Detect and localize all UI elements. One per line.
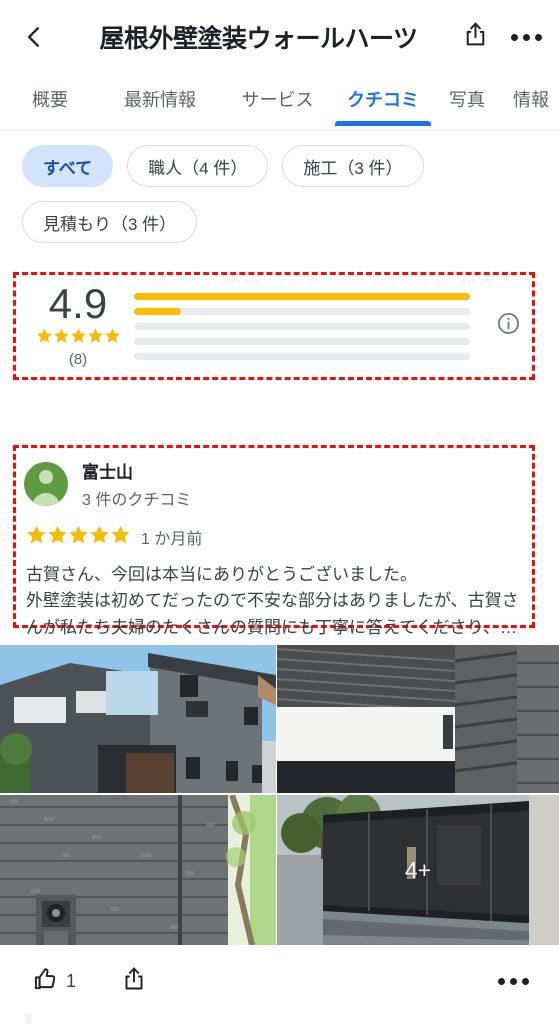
review-rating-row: 1 か月前 [16, 510, 532, 550]
tab-label: サービス [241, 90, 314, 110]
review-star-row [26, 524, 131, 550]
share-icon [463, 21, 488, 53]
star-icon [70, 327, 87, 349]
reviewer-meta: 富士山 3 件のクチコミ [82, 458, 191, 510]
page-title: 屋根外壁塗装ウォールハーツ [99, 25, 418, 53]
review-photo-grid: 4+ [0, 645, 559, 945]
filter-chip-label: すべて [43, 158, 93, 178]
header-actions [451, 13, 559, 61]
star-icon [68, 524, 89, 550]
photo-count-overlay: 4+ [404, 856, 432, 883]
review-share-button[interactable] [116, 953, 152, 1009]
next-review-hint [26, 1014, 32, 1024]
filter-chip-label: 見積もり（3 件） [43, 214, 177, 234]
filter-chip-estimate[interactable]: 見積もり（3 件） [22, 201, 198, 243]
star-icon [53, 327, 70, 349]
review-action-bar: 1 [0, 945, 559, 1017]
histogram-bar-5 [134, 292, 470, 300]
filter-chip-craftsman[interactable]: 職人（4 件） [127, 145, 269, 187]
histogram-bar-2 [134, 337, 470, 345]
filter-chip-label: 職人（4 件） [148, 158, 248, 178]
tab-info[interactable]: 情報 [503, 74, 559, 112]
filter-chip-row: すべて 職人（4 件） 施工（3 件） 見積もり（3 件） [0, 145, 559, 243]
thumb-up-icon [32, 966, 58, 997]
rating-review-count: (8) [68, 351, 88, 369]
filter-chip-construction[interactable]: 施工（3 件） [282, 145, 424, 187]
wall-texture-photo[interactable] [0, 795, 276, 945]
star-icon [104, 327, 121, 349]
app-header: 屋根外壁塗装ウォールハーツ [0, 0, 559, 74]
rating-summary: 4.9 (8) [13, 272, 535, 380]
rating-info-button[interactable] [484, 311, 532, 341]
like-button[interactable]: 1 [26, 953, 82, 1009]
review-text-line: 古賀さん、今回は本当にありがとうございました。 [26, 565, 417, 584]
user-avatar-icon [39, 470, 53, 484]
avatar[interactable] [24, 462, 68, 506]
share-icon [122, 966, 146, 997]
tab-label: 概要 [32, 90, 68, 110]
star-icon [87, 327, 104, 349]
more-options-icon [498, 977, 529, 985]
info-circle-icon [496, 311, 521, 341]
tab-bar: 概要 最新情報 サービス クチコミ 写真 情報 [0, 74, 559, 131]
star-icon [47, 524, 68, 550]
histogram-bar-fill [134, 307, 182, 315]
review-text[interactable]: 古賀さん、今回は本当にありがとうございました。 外壁塗装は初めてだったので不安な… [16, 550, 532, 641]
more-options-icon [510, 33, 542, 41]
tab-label: 情報 [513, 90, 549, 110]
star-icon [36, 327, 53, 349]
carport-siding-photo[interactable] [277, 645, 559, 793]
like-count: 1 [66, 970, 77, 991]
tab-reviews[interactable]: クチコミ [335, 74, 431, 126]
fence-photo[interactable]: 4+ [277, 795, 559, 945]
star-icon [89, 524, 110, 550]
tab-updates[interactable]: 最新情報 [100, 74, 220, 112]
tab-label: 写真 [449, 90, 485, 110]
review-more-button[interactable] [492, 953, 535, 1009]
histogram-bar-3 [134, 322, 470, 330]
house-exterior-photo[interactable] [0, 645, 276, 793]
review-date: 1 か月前 [141, 531, 203, 548]
rating-score: 4.9 [48, 279, 108, 327]
reviewer-review-count: 3 件のクチコミ [82, 492, 192, 509]
review-card: 富士山 3 件のクチコミ 1 か月前 古賀さん、今回は本当にありがとうございまし… [13, 445, 535, 637]
rating-histogram [134, 292, 484, 360]
review-text-line: んが私たち夫婦のたくさんの質問にも丁寧に答えてくださり、… [26, 617, 517, 637]
reviewer-name: 富士山 [82, 463, 133, 482]
histogram-bar-4 [134, 307, 470, 315]
share-button[interactable] [451, 13, 499, 61]
tab-active-indicator [335, 121, 431, 126]
tab-overview[interactable]: 概要 [0, 74, 100, 112]
review-page: 屋根外壁塗装ウォールハーツ 概要 最新情報 サービス クチコミ 写真 情報 すべ… [0, 0, 559, 1024]
tab-services[interactable]: サービス [220, 74, 335, 112]
star-icon [110, 524, 131, 550]
chevron-left-icon [21, 24, 47, 50]
back-button[interactable] [6, 9, 62, 65]
rating-score-block: 4.9 (8) [16, 279, 134, 369]
rating-star-row [36, 327, 121, 349]
more-options-button[interactable] [499, 13, 553, 61]
review-text-line: 外壁塗装は初めてだったので不安な部分はありましたが、古賀さ [26, 591, 519, 611]
filter-chip-label: 施工（3 件） [303, 158, 403, 178]
star-icon [26, 524, 47, 550]
tab-divider [0, 130, 559, 131]
tab-label: 最新情報 [124, 90, 196, 110]
histogram-bar-1 [134, 352, 470, 360]
tab-photos[interactable]: 写真 [431, 74, 503, 112]
filter-chip-all[interactable]: すべて [22, 145, 114, 187]
tab-label: クチコミ [347, 90, 419, 110]
histogram-bar-fill [134, 292, 470, 300]
reviewer-row: 富士山 3 件のクチコミ [16, 448, 532, 510]
